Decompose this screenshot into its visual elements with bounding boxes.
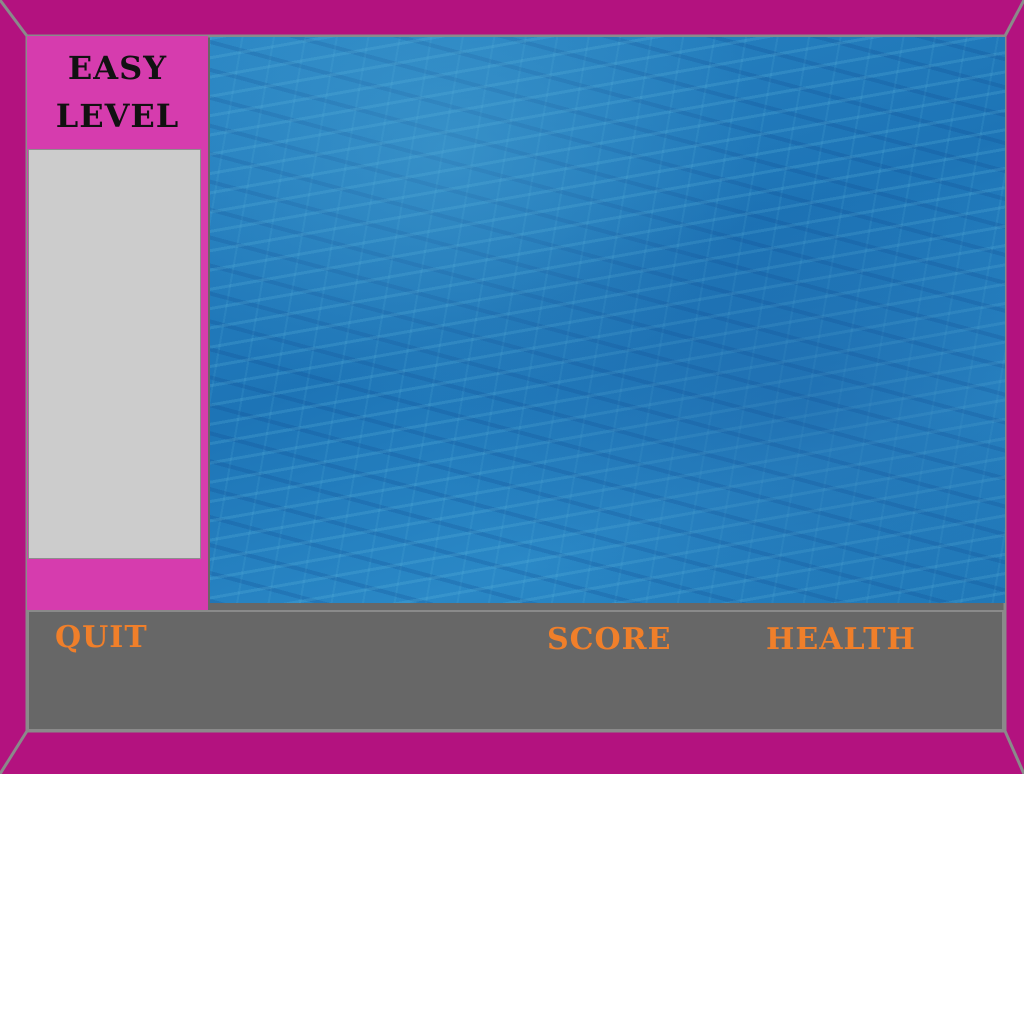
level-title-word: LEVEL: [55, 97, 180, 135]
game-window: EASY LEVEL QUIT SCORE HEALTH: [0, 0, 1024, 774]
health-label: HEALTH: [766, 622, 916, 657]
score-label: SCORE: [547, 622, 672, 657]
level-title: EASY LEVEL: [27, 44, 208, 140]
inventory-slot: [28, 149, 201, 559]
level-title-difficulty: EASY: [67, 49, 168, 87]
water-play-area[interactable]: [210, 37, 1005, 603]
quit-button[interactable]: QUIT: [55, 620, 148, 656]
